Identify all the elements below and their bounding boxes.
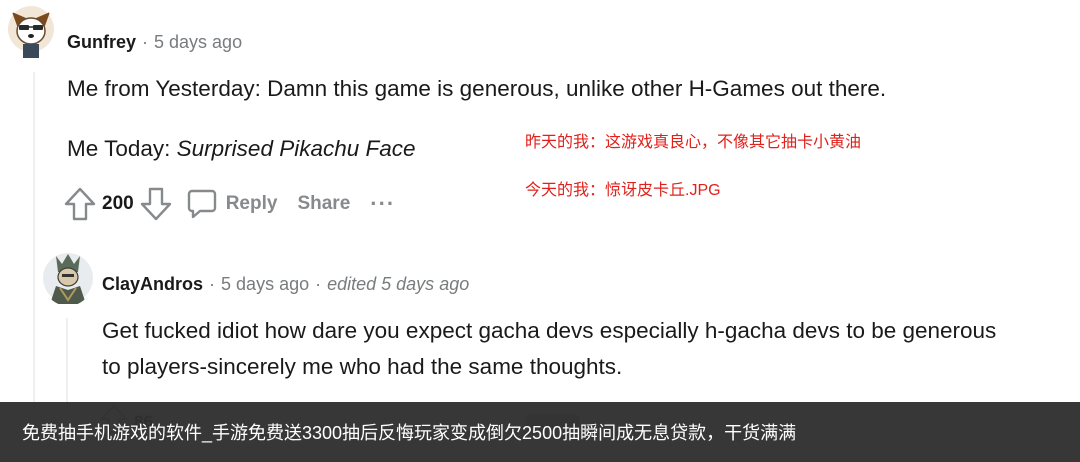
knight-avatar-icon	[43, 253, 93, 304]
edited-label: edited 5 days ago	[327, 274, 470, 294]
comment-bubble-icon	[187, 189, 216, 219]
comment-text-prefix: Me Today:	[67, 136, 177, 161]
downvote-arrow-icon	[140, 187, 171, 221]
comment-actions: 200 Reply Share ···	[64, 186, 395, 222]
upvote-arrow-icon	[64, 187, 96, 221]
reply-label: Reply	[225, 193, 278, 214]
dog-avatar-icon	[8, 6, 54, 58]
author-name[interactable]: Gunfrey	[67, 32, 136, 52]
downvote-button[interactable]	[140, 187, 172, 221]
reply-thread-line[interactable]	[66, 318, 68, 408]
comment-text-line: Get fucked idiot how dare you expect gac…	[102, 318, 997, 343]
timestamp[interactable]: 5 days ago	[154, 32, 242, 52]
annotation-text: 今天的我：惊讶皮卡丘.JPG	[525, 182, 721, 199]
reply-button[interactable]: Reply	[186, 188, 278, 220]
separator-dot: ·	[209, 274, 216, 294]
avatar[interactable]	[6, 4, 56, 60]
author-name[interactable]: ClayAndros	[102, 274, 203, 294]
caption-bar: 免费抽手机游戏的软件_手游免费送3300抽后反悔玩家变成倒欠2500抽瞬间成无息…	[0, 402, 1080, 462]
comment-text-line: Me Today: Surprised Pikachu Face	[67, 131, 416, 167]
separator-dot: ·	[315, 274, 322, 294]
thread-line[interactable]	[33, 72, 35, 412]
caption-text: 免费抽手机游戏的软件_手游免费送3300抽后反悔玩家变成倒欠2500抽瞬间成无息…	[22, 423, 797, 443]
comment-text-emphasis: Surprised Pikachu Face	[176, 136, 416, 161]
comment-meta: Gunfrey · 5 days ago	[67, 32, 242, 53]
more-options-button[interactable]: ···	[370, 191, 395, 217]
upvote-button[interactable]	[64, 187, 96, 221]
separator-dot: ·	[142, 32, 149, 52]
comment-text-line: to players-sincerely me who had the same…	[102, 354, 623, 379]
avatar[interactable]	[42, 250, 94, 306]
comment-meta: ClayAndros · 5 days ago · edited 5 days ago	[102, 274, 469, 295]
share-button[interactable]: Share	[297, 193, 350, 215]
timestamp[interactable]: 5 days ago	[221, 274, 309, 294]
comment-text-line: Me from Yesterday: Damn this game is gen…	[67, 76, 887, 101]
annotation-text: 昨天的我：这游戏真良心，不像其它抽卡小黄油	[525, 134, 862, 151]
vote-score: 200	[102, 193, 134, 214]
